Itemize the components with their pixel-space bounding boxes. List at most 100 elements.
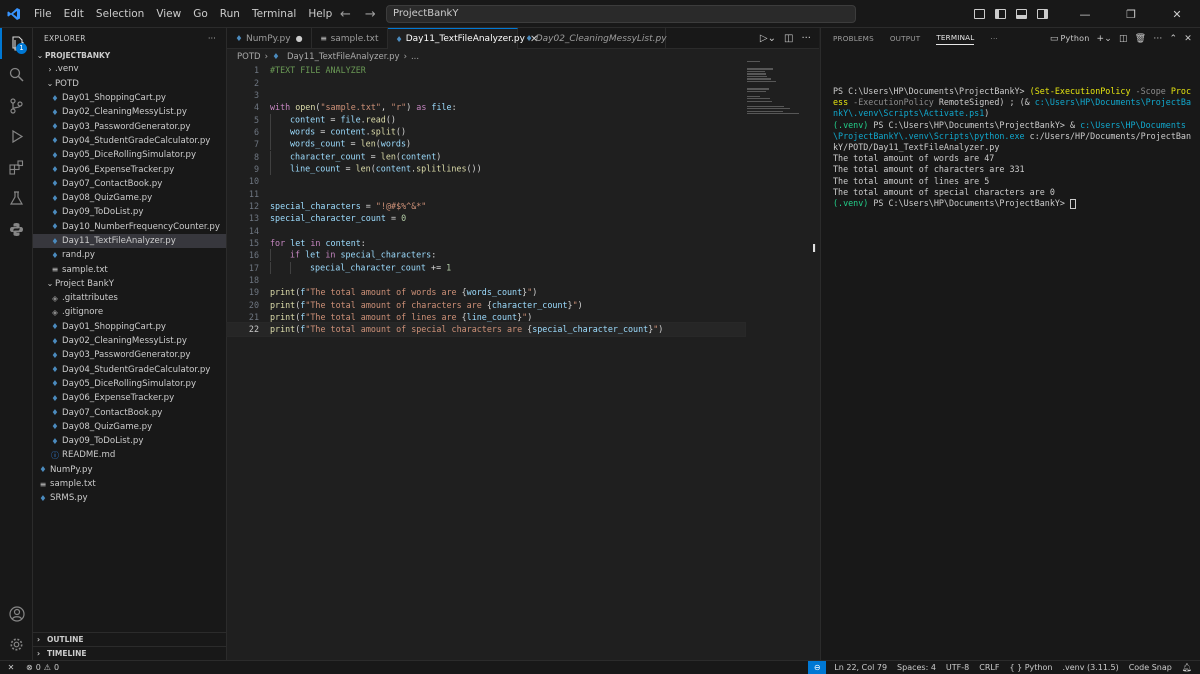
source-control-icon[interactable]	[0, 90, 33, 121]
file-item[interactable]: ♦ Day02_CleaningMessyList.py	[33, 105, 226, 119]
modified-dot-icon[interactable]: ●	[296, 34, 303, 43]
menu-run[interactable]: Run	[214, 0, 246, 28]
file-item[interactable]: ♦ Day06_ExpenseTracker.py	[33, 391, 226, 405]
notifications-bell-icon[interactable]: 🔔︎	[1182, 663, 1192, 672]
file-item[interactable]: ♦ Day08_QuizGame.py	[33, 420, 226, 434]
timeline-section[interactable]: › TIMELINE	[33, 646, 227, 660]
file-item[interactable]: ♦ Day05_DiceRollingSimulator.py	[33, 377, 226, 391]
testing-icon[interactable]	[0, 183, 33, 214]
back-arrow-icon[interactable]: ←	[340, 7, 351, 22]
file-item[interactable]: ♦ Day03_PasswordGenerator.py	[33, 348, 226, 362]
panel-tab-output[interactable]: OUTPUT	[890, 34, 921, 43]
tab-day11-textfileanalyzer-py[interactable]: ♦ Day11_TextFileAnalyzer.py ✕	[387, 28, 538, 49]
code-editor[interactable]: 1 #TEXT FILE ANALYZER 2 3 4 with open("sample…	[226, 64, 819, 337]
file-item[interactable]: ◈ .gitignore	[33, 305, 226, 319]
split-editor-icon[interactable]: ◫	[784, 33, 793, 44]
file-item[interactable]: ♦ Day03_PasswordGenerator.py	[33, 119, 226, 133]
toggle-panel-icon[interactable]	[1016, 9, 1027, 19]
menu-help[interactable]: Help	[302, 0, 338, 28]
file-item[interactable]: ⓘ README.md	[33, 448, 226, 462]
file-label: Day02_CleaningMessyList.py	[62, 336, 187, 347]
python-interpreter[interactable]: .venv (3.11.5)	[1062, 663, 1118, 672]
python-icon[interactable]	[0, 214, 33, 245]
menu-edit[interactable]: Edit	[58, 0, 90, 28]
folder-item[interactable]: › .venv	[33, 62, 226, 76]
file-item[interactable]: ≡ sample.txt	[33, 477, 226, 491]
panel-tab-more[interactable]: ···	[990, 34, 997, 43]
file-item[interactable]: ♦ NumPy.py	[33, 463, 226, 477]
menu-terminal[interactable]: Terminal	[246, 0, 302, 28]
zoom-icon[interactable]: ⊖	[808, 661, 827, 674]
restore-icon[interactable]: ❐	[1108, 0, 1154, 28]
file-item[interactable]: ♦ Day09_ToDoList.py	[33, 434, 226, 448]
menu-file[interactable]: File	[28, 0, 58, 28]
terminal-shell-label[interactable]: Python	[1061, 34, 1090, 43]
problems-status[interactable]: ⊗ 0 ⚠ 0	[22, 663, 59, 672]
file-item[interactable]: ♦ rand.py	[33, 248, 226, 262]
breadcrumb-file[interactable]: Day11_TextFileAnalyzer.py	[287, 52, 400, 62]
code-snap[interactable]: Code Snap	[1129, 663, 1172, 672]
terminal-output[interactable]: PS C:\Users\HP\Documents\ProjectBankY> (…	[833, 86, 1193, 209]
eol[interactable]: CRLF	[979, 663, 999, 672]
file-item[interactable]: ♦ Day04_StudentGradeCalculator.py	[33, 363, 226, 377]
run-debug-icon[interactable]	[0, 121, 33, 152]
encoding[interactable]: UTF-8	[946, 663, 969, 672]
file-item[interactable]: ♦ Day11_TextFileAnalyzer.py	[33, 233, 226, 249]
file-item[interactable]: ◈ .gitattributes	[33, 291, 226, 305]
new-terminal-icon[interactable]: +⌄	[1096, 34, 1111, 44]
close-window-icon[interactable]: ✕	[1154, 0, 1200, 28]
accounts-icon[interactable]	[0, 598, 33, 629]
file-item[interactable]: ♦ Day05_DiceRollingSimulator.py	[33, 148, 226, 162]
maximize-panel-icon[interactable]: ⌃	[1170, 34, 1178, 44]
kill-terminal-icon[interactable]: 🗑	[1135, 34, 1147, 44]
menu-view[interactable]: View	[150, 0, 187, 28]
file-item[interactable]: ♦ Day09_ToDoList.py	[33, 205, 226, 219]
run-python-icon[interactable]: ▷⌄	[760, 33, 776, 44]
file-item[interactable]: ♦ Day01_ShoppingCart.py	[33, 91, 226, 105]
folder-item[interactable]: ⌄ POTD	[33, 77, 226, 91]
code-token: )	[658, 324, 664, 335]
language-mode[interactable]: { } Python	[1009, 663, 1052, 672]
file-item[interactable]: ♦ SRMS.py	[33, 491, 226, 505]
cursor-position[interactable]: Ln 22, Col 79	[834, 663, 887, 672]
file-item[interactable]: ♦ Day06_ExpenseTracker.py	[33, 162, 226, 176]
file-item[interactable]: ♦ Day07_ContactBook.py	[33, 405, 226, 419]
outline-section[interactable]: › OUTLINE	[33, 632, 227, 646]
breadcrumb-symbol[interactable]: ...	[411, 52, 419, 62]
command-center-search[interactable]: ProjectBankY	[386, 5, 856, 23]
menu-go[interactable]: Go	[187, 0, 214, 28]
file-item[interactable]: ♦ Day02_CleaningMessyList.py	[33, 334, 226, 348]
editor-more-icon[interactable]: ···	[801, 33, 811, 44]
close-panel-icon[interactable]: ✕	[1184, 34, 1192, 44]
customize-layout-icon[interactable]	[974, 9, 985, 19]
minimize-icon[interactable]: —	[1062, 0, 1108, 28]
tab-numpy-py[interactable]: ♦ NumPy.py ●	[227, 28, 312, 49]
search-icon[interactable]	[0, 59, 33, 90]
file-item[interactable]: ♦ Day08_QuizGame.py	[33, 191, 226, 205]
toggle-secondary-sidebar-icon[interactable]	[1037, 9, 1048, 19]
panel-tab-terminal[interactable]: TERMINAL	[936, 33, 975, 45]
file-item[interactable]: ♦ Day07_ContactBook.py	[33, 177, 226, 191]
file-item[interactable]: ♦ Day04_StudentGradeCalculator.py	[33, 134, 226, 148]
explorer-icon[interactable]: 1	[0, 28, 33, 59]
explorer-more-icon[interactable]: ···	[208, 34, 216, 43]
toggle-primary-sidebar-icon[interactable]	[995, 9, 1006, 19]
file-item[interactable]: ≡ sample.txt	[33, 262, 226, 276]
minimap[interactable]	[747, 61, 799, 115]
panel-tab-problems[interactable]: PROBLEMS	[833, 34, 874, 43]
file-item[interactable]: ♦ Day10_NumberFrequencyCounter.py	[33, 220, 226, 234]
split-terminal-icon[interactable]: ◫	[1119, 34, 1128, 44]
manage-gear-icon[interactable]	[0, 629, 33, 660]
file-item[interactable]: ♦ Day01_ShoppingCart.py	[33, 320, 226, 334]
workspace-root[interactable]: ⌄ PROJECTBANKY	[33, 48, 226, 62]
breadcrumb-folder[interactable]: POTD	[237, 52, 261, 62]
panel-more-icon[interactable]: ···	[1153, 34, 1162, 44]
folder-item[interactable]: ⌄ Project BankY	[33, 277, 226, 291]
remote-icon[interactable]: ✕	[0, 661, 22, 674]
tab-sample-txt[interactable]: ≡ sample.txt	[312, 28, 388, 49]
tab-day02-cleaningmessylist-py[interactable]: ♦ Day02_CleaningMessyList.py	[518, 28, 667, 49]
menu-selection[interactable]: Selection	[90, 0, 150, 28]
forward-arrow-icon[interactable]: →	[365, 7, 376, 22]
indentation[interactable]: Spaces: 4	[897, 663, 936, 672]
extensions-icon[interactable]	[0, 152, 33, 183]
